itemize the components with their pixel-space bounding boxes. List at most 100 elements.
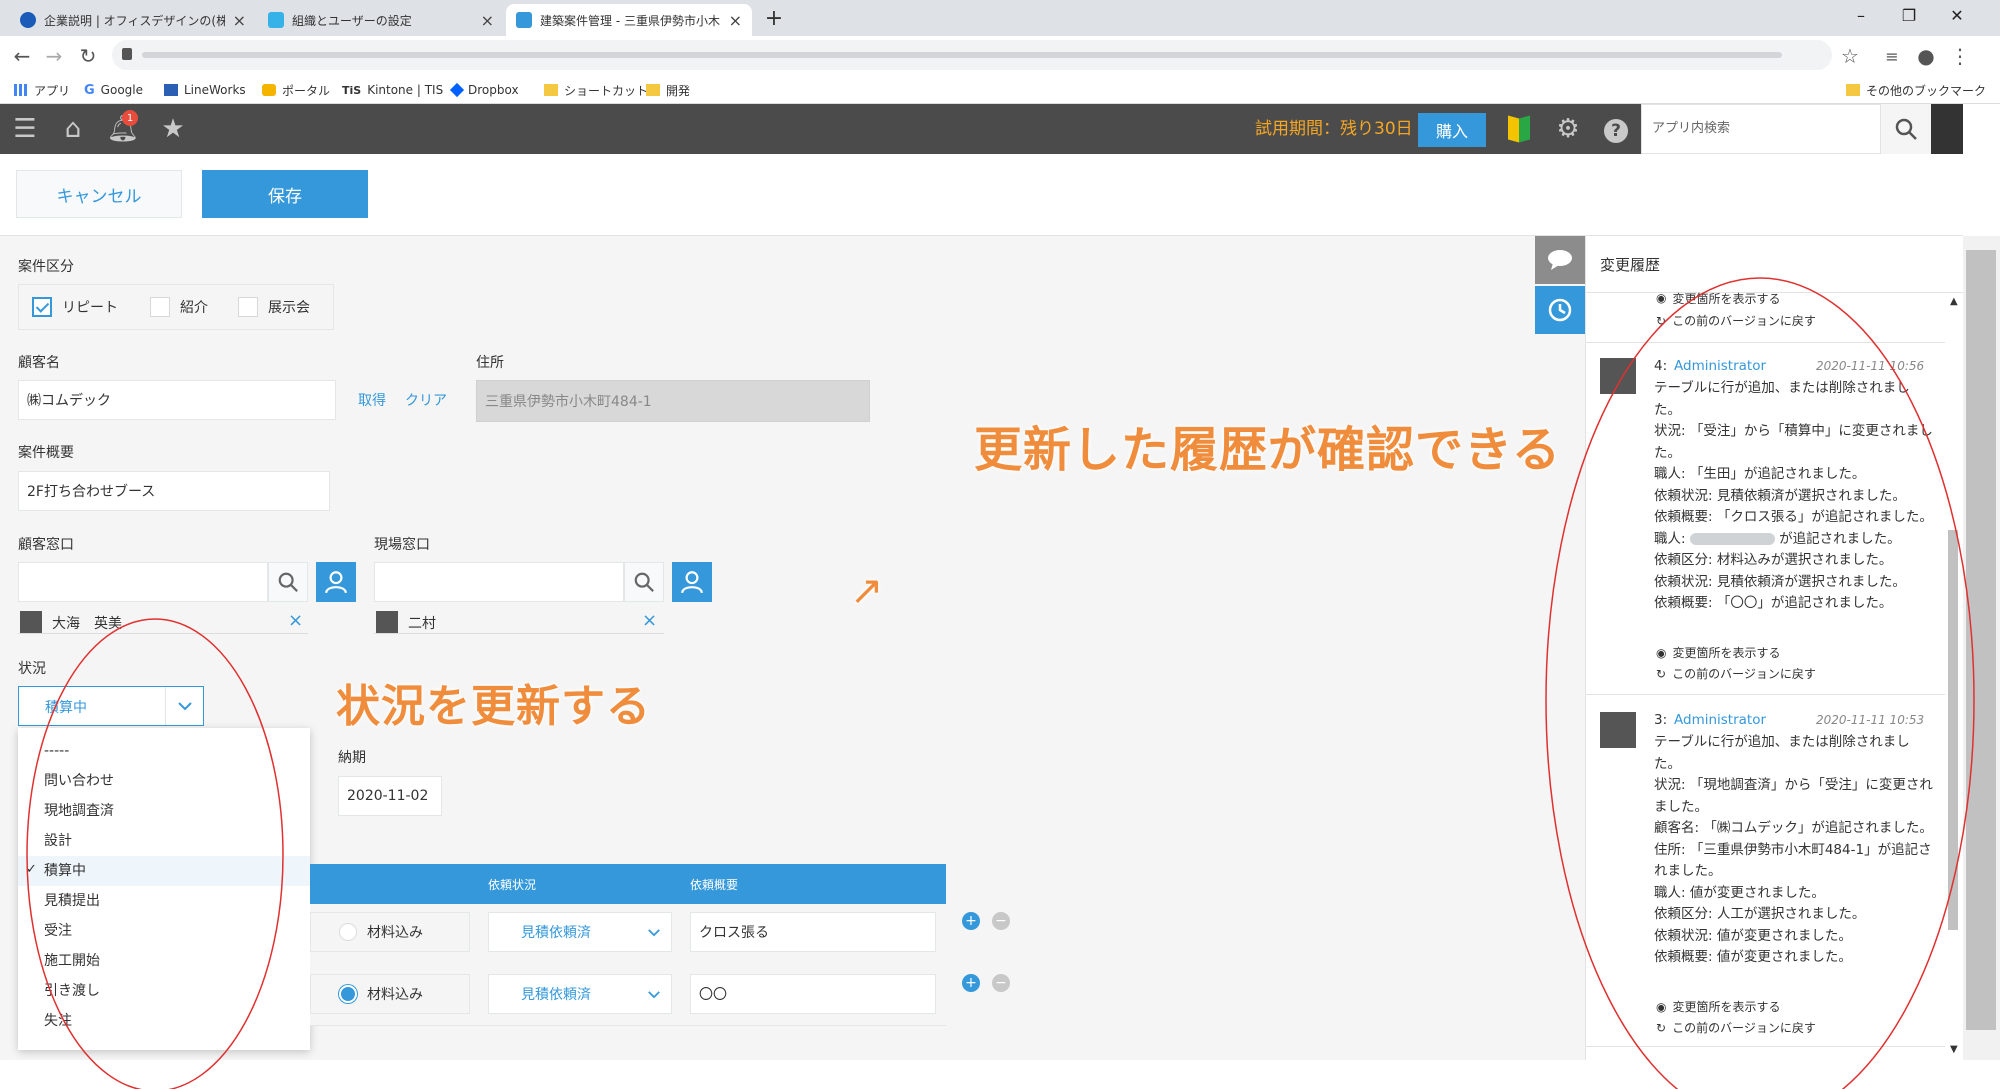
search-button[interactable] [1881,104,1931,154]
request-summary-field[interactable]: 〇〇 [690,974,936,1014]
get-link[interactable]: 取得 [358,390,386,410]
gear-icon[interactable]: ⚙ [1553,114,1583,144]
site-contact-user-picker-button[interactable] [672,562,712,602]
request-status-dropdown[interactable]: 見積依頼済 [488,912,672,952]
app-search-input[interactable]: アプリ内検索 [1641,104,1881,154]
checkbox-referral[interactable] [150,297,170,317]
browser-tab-active[interactable]: 建築案件管理 - 三重県伊勢市小木 × [506,4,752,36]
url-field[interactable] [112,40,1832,70]
clear-link[interactable]: クリア [405,390,447,410]
star-icon[interactable]: ★ [158,114,188,144]
revert-link[interactable]: ↻ この前のバージョンに戻す [1656,312,1816,329]
dropdown-option[interactable]: ----- [18,736,310,766]
dropdown-option[interactable]: 引き渡し [18,976,310,1006]
media-icon[interactable]: ≡ [1880,44,1904,68]
show-changes-link[interactable]: ◉ 変更箇所を表示する [1656,292,1781,304]
dropdown-option[interactable]: 見積提出 [18,886,310,916]
dropdown-option-selected[interactable]: 積算中 [18,856,310,886]
dropdown-option[interactable]: 失注 [18,1006,310,1036]
customer-name-label: 顧客名 [18,355,60,371]
radio-button-checked[interactable] [339,985,357,1003]
history-entry-date: 2020-11-11 10:53 [1816,713,1925,727]
page-scrollbar-thumb[interactable] [1966,250,1996,1030]
buy-button[interactable]: 購入 [1418,113,1486,147]
history-line: 依頼区分: 材料込みが選択されました。 [1654,552,1893,568]
dropdown-option[interactable]: 設計 [18,826,310,856]
bookmark-shortcut[interactable]: ショートカット [544,81,648,99]
close-icon[interactable]: × [233,11,246,30]
remove-row-icon[interactable]: − [992,974,1010,992]
scroll-down-icon[interactable]: ▼ [1950,1044,1958,1055]
checkbox-exhibition[interactable] [238,297,258,317]
help-icon[interactable]: ? [1604,119,1628,143]
menu-icon[interactable]: ⋮ [1948,44,1972,68]
request-summary-field[interactable]: クロス張る [690,912,936,952]
site-contact-search-button[interactable] [624,562,664,602]
radio-button[interactable] [339,923,357,941]
folder-icon [1846,84,1860,96]
new-tab-button[interactable]: + [760,4,788,32]
reload-icon[interactable]: ↻ [76,44,100,68]
bookmark-star-icon[interactable]: ☆ [1838,44,1862,68]
beginner-mark-icon[interactable] [1508,115,1530,143]
remove-user-icon[interactable]: × [288,610,303,631]
window-close-button[interactable]: ✕ [1934,0,1980,30]
dropdown-option[interactable]: 問い合わせ [18,766,310,796]
history-entry-user[interactable]: Administrator [1674,356,1766,378]
back-icon[interactable]: ← [10,44,34,68]
show-changes-link[interactable]: ◉ 変更箇所を表示する [1656,644,1781,661]
site-contact-field[interactable] [374,562,624,602]
header-side-strip [1931,104,1963,154]
add-row-icon[interactable]: + [962,974,980,992]
status-dropdown[interactable]: 積算中 [18,686,204,726]
summary-field[interactable]: 2F打ち合わせブース [18,471,330,511]
minimize-button[interactable]: – [1838,0,1884,30]
history-entry-user[interactable]: Administrator [1674,710,1766,732]
bookmark-other[interactable]: その他のブックマーク [1846,81,1986,99]
show-changes-link[interactable]: ◉ 変更箇所を表示する [1656,998,1781,1015]
customer-contact-user-picker-button[interactable] [316,562,356,602]
revert-link[interactable]: ↻ この前のバージョンに戻す [1656,665,1816,682]
bookmark-lineworks[interactable]: LineWorks [164,81,246,99]
customer-contact-search-button[interactable] [268,562,308,602]
divider [1585,1046,1945,1047]
customer-contact-field[interactable] [18,562,268,602]
cancel-button[interactable]: キャンセル [16,170,182,218]
bookmark-portal[interactable]: ポータル [262,81,330,99]
category-label: 案件区分 [18,259,74,275]
home-icon[interactable]: ⌂ [58,114,88,144]
history-tab[interactable] [1535,286,1585,334]
remove-user-icon[interactable]: × [642,610,657,631]
customer-name-field[interactable]: ㈱コムデック [18,380,336,420]
close-icon[interactable]: × [729,11,742,30]
hamburger-menu-icon[interactable]: ☰ [10,114,40,144]
dropdown-option[interactable]: 受注 [18,916,310,946]
annotation-status-note: 状況を更新する [336,681,651,732]
browser-tab[interactable]: 組織とユーザーの設定 × [258,4,504,36]
bookmark-dev[interactable]: 開発 [646,81,690,99]
forward-icon[interactable]: → [42,44,66,68]
dropdown-option[interactable]: 現地調査済 [18,796,310,826]
dropdown-option[interactable]: 施工開始 [18,946,310,976]
profile-icon[interactable]: ● [1914,44,1938,68]
bookmark-apps[interactable]: アプリ [14,81,70,99]
table-header-cell: 依頼概要 [690,878,739,892]
scroll-up-icon[interactable]: ▲ [1950,296,1958,307]
restore-button[interactable]: ❐ [1886,0,1932,30]
delivery-date-label: 納期 [338,750,366,766]
delivery-date-field[interactable]: 2020-11-02 [338,776,442,816]
checkbox-repeat[interactable] [32,297,52,317]
revert-link[interactable]: ↻ この前のバージョンに戻す [1656,1019,1816,1036]
bookmark-dropbox[interactable]: Dropbox [449,81,519,99]
bookmark-google[interactable]: G Google [84,81,143,99]
history-scrollbar-thumb[interactable] [1948,530,1958,930]
browser-tab[interactable]: 企業説明 | オフィスデザインの(株)スラ × [10,4,256,36]
remove-row-icon[interactable]: − [992,912,1010,930]
bookmark-kintone[interactable]: TiS Kintone | TIS [342,81,443,99]
request-status-dropdown[interactable]: 見積依頼済 [488,974,672,1014]
close-icon[interactable]: × [481,11,494,30]
add-row-icon[interactable]: + [962,912,980,930]
comments-tab[interactable] [1535,236,1585,284]
save-button[interactable]: 保存 [202,170,368,218]
bookmark-label: ショートカット [564,83,649,98]
